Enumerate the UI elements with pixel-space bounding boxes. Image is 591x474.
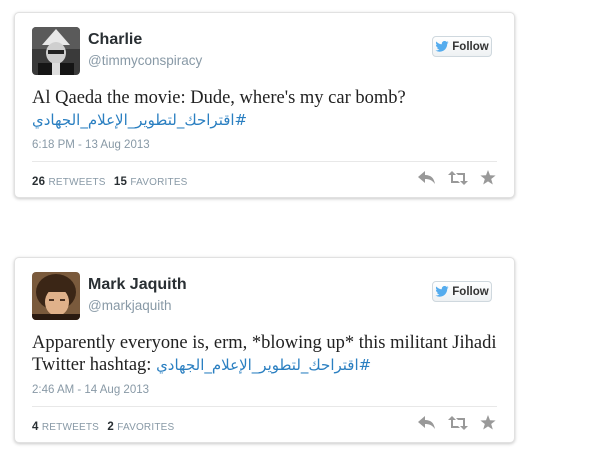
author-handle[interactable]: @markjaquith (88, 298, 172, 313)
reply-icon[interactable] (418, 170, 436, 190)
tweet-actions (418, 415, 496, 435)
favorites-label: FAVORITES (117, 422, 175, 433)
star-icon[interactable] (480, 415, 496, 435)
retweet-icon[interactable] (448, 170, 468, 190)
hashtag-link[interactable]: #اقتراحك_لتطوير_الإعلام_الجهادي (32, 111, 247, 129)
timestamp[interactable]: 2:46 AM - 14 Aug 2013 (32, 384, 149, 396)
retweets-stat[interactable]: 26 RETWEETS (32, 176, 106, 188)
hashtag-link[interactable]: #اقتراحك_لتطوير_الإعلام_الجهادي (156, 356, 371, 374)
retweet-icon[interactable] (448, 415, 468, 435)
favorites-label: FAVORITES (130, 177, 188, 188)
retweets-label: RETWEETS (41, 422, 100, 433)
retweets-stat[interactable]: 4 RETWEETS (32, 421, 99, 433)
star-icon[interactable] (480, 170, 496, 190)
author-name[interactable]: Charlie (88, 31, 142, 49)
author-handle[interactable]: @timmyconspiracy (88, 53, 202, 68)
tweet-text: Al Qaeda the movie: Dude, where's my car… (32, 87, 502, 131)
favorites-count: 2 (107, 421, 114, 433)
reply-icon[interactable] (418, 415, 436, 435)
tweet-text: Apparently everyone is, erm, *blowing up… (32, 332, 502, 376)
follow-button[interactable]: Follow (432, 36, 492, 57)
follow-label: Follow (452, 40, 489, 53)
tweet-body: Al Qaeda the movie: Dude, where's my car… (32, 88, 406, 108)
retweets-count: 26 (32, 176, 46, 188)
favorites-stat[interactable]: 15 FAVORITES (114, 176, 188, 188)
tweet-actions (418, 170, 496, 190)
retweets-label: RETWEETS (48, 177, 106, 188)
retweets-count: 4 (32, 421, 39, 433)
tweet-card: Charlie @timmyconspiracy Follow Al Qaeda… (14, 12, 515, 198)
avatar[interactable] (32, 272, 80, 320)
tweet-stats: 4 RETWEETS 2 FAVORITES (32, 421, 179, 433)
tweet-stats: 26 RETWEETS 15 FAVORITES (32, 176, 193, 188)
divider (32, 161, 497, 162)
author-name[interactable]: Mark Jaquith (88, 276, 187, 294)
follow-button[interactable]: Follow (432, 281, 492, 302)
favorites-stat[interactable]: 2 FAVORITES (107, 421, 174, 433)
divider (32, 406, 497, 407)
avatar[interactable] (32, 27, 80, 75)
twitter-bird-icon (435, 41, 449, 52)
favorites-count: 15 (113, 176, 128, 188)
follow-label: Follow (452, 285, 489, 298)
timestamp[interactable]: 6:18 PM - 13 Aug 2013 (32, 139, 150, 151)
twitter-bird-icon (435, 286, 449, 297)
tweet-card: Mark Jaquith @markjaquith Follow Apparen… (14, 257, 515, 443)
